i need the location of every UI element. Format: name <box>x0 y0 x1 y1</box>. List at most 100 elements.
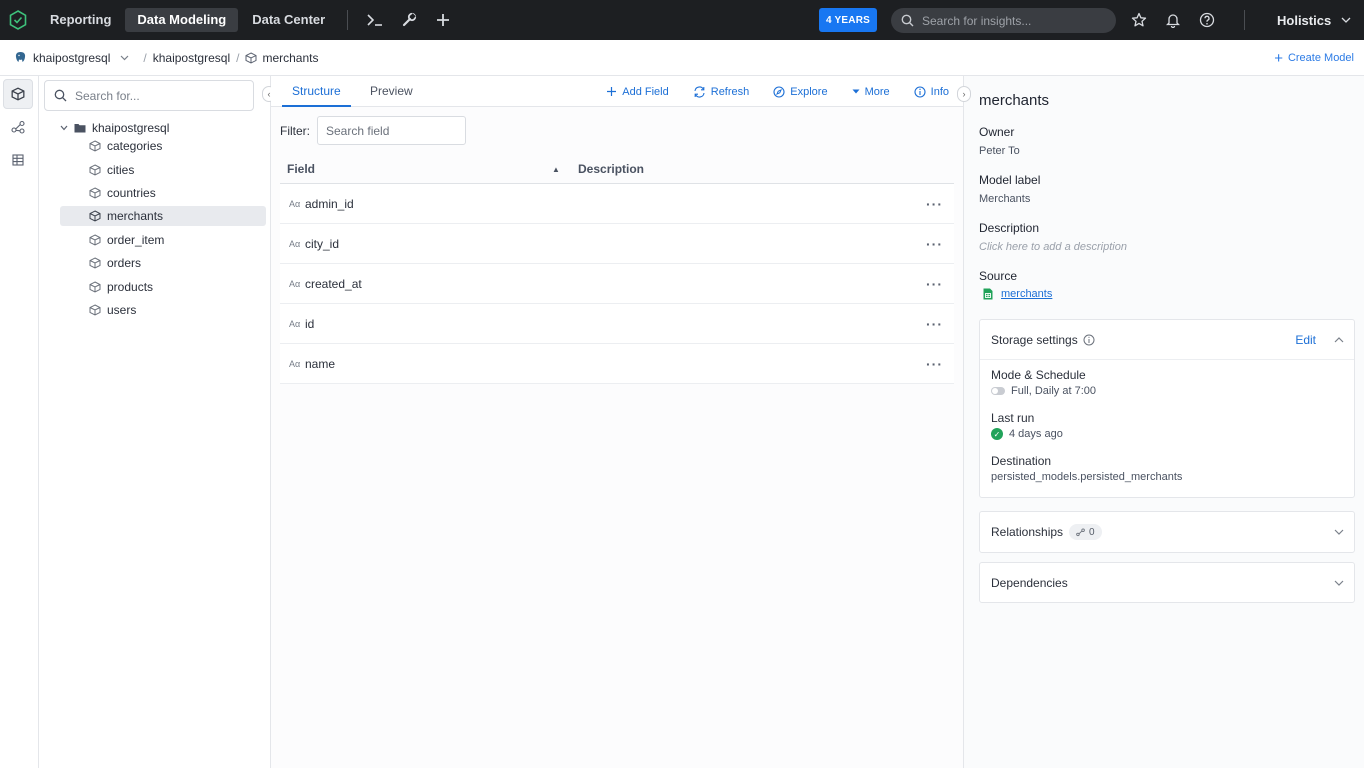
tree-item-orders[interactable]: orders <box>60 253 266 273</box>
table-row[interactable]: Aα created_at ··· <box>280 264 954 304</box>
relationship-icon <box>1076 528 1085 536</box>
search-icon <box>901 14 914 27</box>
destination-value: persisted_models.persisted_merchants <box>991 471 1183 483</box>
more-options-icon[interactable]: ··· <box>926 196 943 212</box>
cube-icon <box>89 281 101 293</box>
datasource-selector[interactable]: khaipostgresql <box>14 51 129 65</box>
fields-table-header: Field ▲ Description <box>280 155 954 184</box>
tree-item-users[interactable]: users <box>60 300 266 320</box>
filter-field-input[interactable] <box>317 116 466 145</box>
field-name: name <box>305 356 336 371</box>
more-options-icon[interactable]: ··· <box>926 356 943 372</box>
rail-models-button[interactable] <box>3 79 33 109</box>
chevron-down-icon[interactable] <box>1334 580 1344 586</box>
mode-schedule: Mode & Schedule Full, Daily at 7:00 <box>991 368 1343 397</box>
tree-item-label: users <box>107 303 137 317</box>
terminal-icon[interactable] <box>358 0 392 40</box>
tree-item-cities[interactable]: cities <box>60 160 266 180</box>
filter-label: Filter: <box>280 123 310 138</box>
cube-icon <box>89 210 101 222</box>
nav-reporting[interactable]: Reporting <box>38 8 123 32</box>
sort-ascending-icon[interactable]: ▲ <box>552 165 560 174</box>
toggle-details-button[interactable]: › <box>957 86 971 102</box>
tree-item-label: categories <box>107 139 163 153</box>
model-title: merchants <box>979 92 1050 109</box>
tab-structure[interactable]: Structure <box>282 76 351 107</box>
more-menu-button[interactable]: More <box>852 86 890 98</box>
relationships-header[interactable]: Relationships 0 <box>980 512 1354 552</box>
chevron-up-icon[interactable] <box>1334 336 1344 343</box>
plus-icon[interactable] <box>426 0 460 40</box>
description-field[interactable]: Click here to add a description <box>979 241 1127 253</box>
destination-label: Destination <box>991 454 1052 468</box>
storage-settings-header[interactable]: Storage settings Edit <box>980 320 1354 359</box>
field-name: created_at <box>305 276 362 291</box>
info-icon[interactable] <box>1083 334 1095 346</box>
source-link[interactable]: merchants <box>1001 288 1052 300</box>
dependencies-card[interactable]: Dependencies <box>979 562 1355 603</box>
model-label-value[interactable]: Merchants <box>979 193 1030 205</box>
insights-search-input[interactable] <box>922 13 1102 28</box>
cube-icon <box>89 164 101 176</box>
tree-item-order-item[interactable]: order_item <box>60 230 266 250</box>
search-icon <box>54 89 67 102</box>
tree-item-categories[interactable]: categories <box>60 136 266 156</box>
success-check-icon: ✓ <box>991 428 1003 440</box>
more-options-icon[interactable]: ··· <box>926 236 943 252</box>
tree-search[interactable] <box>44 80 254 111</box>
add-field-button[interactable]: Add Field <box>606 86 669 98</box>
model-tree-panel: ‹ khaipostgresql categories cities count… <box>39 76 276 768</box>
nav-data-modeling[interactable]: Data Modeling <box>125 8 239 32</box>
destination: Destination persisted_models.persisted_m… <box>991 454 1343 483</box>
table-row[interactable]: Aα admin_id ··· <box>280 184 954 224</box>
tree-item-merchants[interactable]: merchants <box>60 206 266 226</box>
column-header-field[interactable]: Field <box>287 162 315 176</box>
chevron-down-icon <box>60 125 68 131</box>
info-button[interactable]: Info <box>914 86 949 98</box>
mode-schedule-value: Full, Daily at 7:00 <box>1011 385 1096 397</box>
persistence-toggle[interactable] <box>991 387 1005 395</box>
left-rail <box>0 76 39 768</box>
plus-icon <box>606 86 617 97</box>
explore-button[interactable]: Explore <box>773 86 828 98</box>
table-row[interactable]: Aα city_id ··· <box>280 224 954 264</box>
holistics-logo-icon[interactable] <box>0 0 36 40</box>
star-icon[interactable] <box>1124 0 1154 40</box>
wrench-icon[interactable] <box>392 0 426 40</box>
tree-item-label: cities <box>107 163 135 177</box>
table-row[interactable]: Aα name ··· <box>280 344 954 384</box>
column-header-description: Description <box>578 162 645 176</box>
dependencies-header[interactable]: Dependencies <box>980 563 1354 602</box>
rail-relationships-button[interactable] <box>3 112 33 142</box>
tree-item-products[interactable]: products <box>60 277 266 297</box>
tree-search-input[interactable] <box>75 88 235 103</box>
owner-label: Owner <box>979 125 1015 139</box>
bell-icon[interactable] <box>1158 0 1188 40</box>
cube-icon <box>89 304 101 316</box>
chevron-down-icon[interactable] <box>1334 529 1344 535</box>
table-row[interactable]: Aα id ··· <box>280 304 954 344</box>
date-range-badge[interactable]: 4 YEARS <box>819 8 877 32</box>
refresh-button[interactable]: Refresh <box>693 86 749 98</box>
create-model-button[interactable]: + Create Model <box>1274 40 1354 76</box>
relationships-card[interactable]: Relationships 0 <box>979 511 1355 553</box>
top-navigation-bar: Reporting Data Modeling Data Center 4 YE… <box>0 0 1364 40</box>
more-options-icon[interactable]: ··· <box>926 276 943 292</box>
more-options-icon[interactable]: ··· <box>926 316 943 332</box>
help-icon[interactable] <box>1192 0 1222 40</box>
mode-schedule-row: Full, Daily at 7:00 <box>991 385 1343 397</box>
mode-schedule-label: Mode & Schedule <box>991 368 1086 382</box>
cube-icon <box>89 234 101 246</box>
edit-storage-button[interactable]: Edit <box>1295 333 1316 347</box>
insights-search[interactable] <box>891 8 1116 33</box>
tree-item-countries[interactable]: countries <box>60 183 266 203</box>
create-model-label: Create Model <box>1287 52 1354 64</box>
nav-data-center[interactable]: Data Center <box>240 8 337 32</box>
org-menu[interactable]: Holistics <box>1277 0 1351 40</box>
breadcrumb-folder[interactable]: khaipostgresql <box>153 51 230 65</box>
tree-folder[interactable]: khaipostgresql <box>60 119 169 137</box>
source-link-row: merchants <box>983 288 1052 300</box>
rail-datasets-button[interactable] <box>3 145 33 175</box>
tab-preview[interactable]: Preview <box>360 76 423 107</box>
cube-icon <box>89 187 101 199</box>
